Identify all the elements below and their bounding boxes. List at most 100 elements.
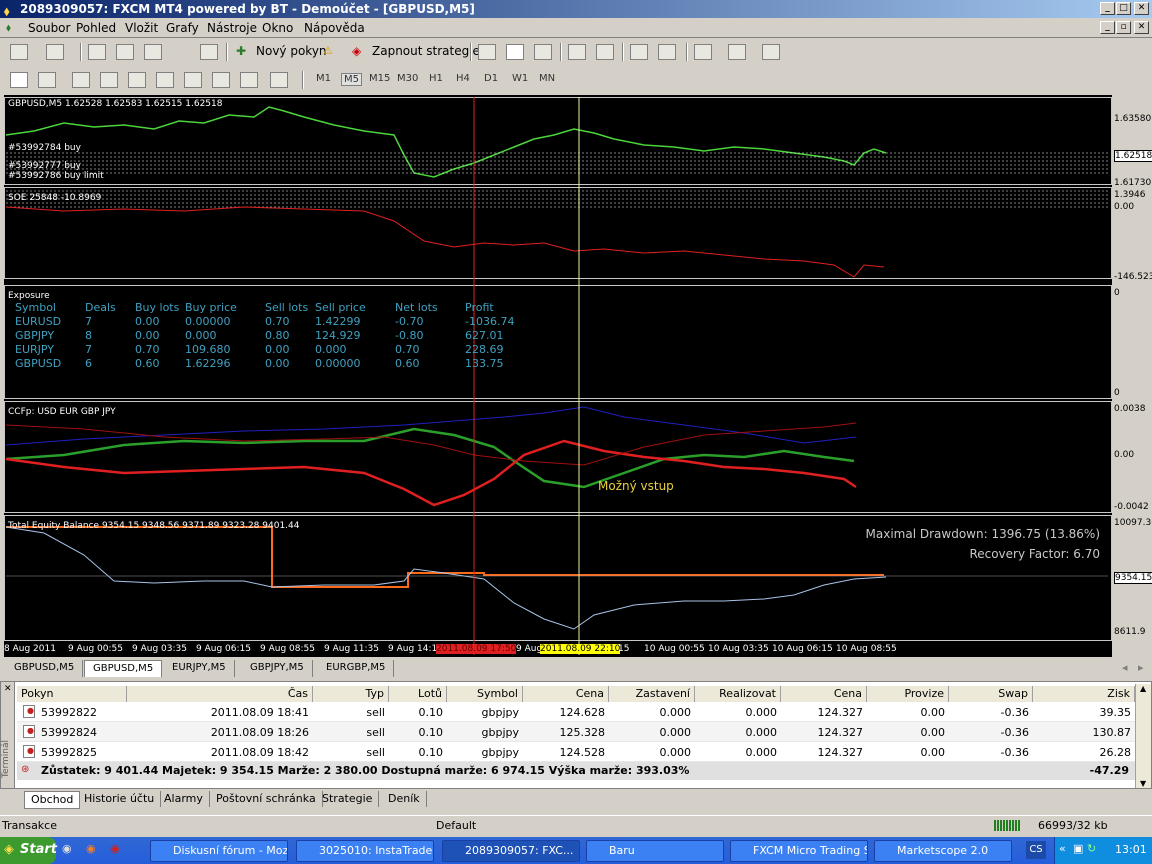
new-chart-icon[interactable] <box>10 44 28 60</box>
column-header[interactable]: Typ <box>313 686 389 702</box>
autotrading-button[interactable]: ◈ Zapnout strategie <box>350 44 480 61</box>
crosshair-nav-icon[interactable] <box>116 44 134 60</box>
terminal-tab-trade[interactable]: Obchod <box>24 791 81 809</box>
tf-m15[interactable]: M15 <box>369 73 390 84</box>
terminal-tab-history[interactable]: Historie účtu <box>78 791 162 807</box>
system-tray: « ▣ ↻ 13:01 <box>1054 837 1152 864</box>
terminal-scrollbar[interactable]: ▲ ▼ <box>1135 684 1151 788</box>
menu-napoveda[interactable]: Nápověda <box>304 21 365 35</box>
terminal-tab-journal[interactable]: Deník <box>382 791 427 807</box>
maximize-button[interactable]: □ <box>1116 2 1131 15</box>
vertical-line-icon[interactable] <box>72 72 90 88</box>
folder-icon[interactable] <box>144 44 162 60</box>
tester-icon[interactable] <box>200 44 218 60</box>
chart-tab[interactable]: EURGBP,M5 <box>318 660 395 677</box>
line-chart-icon[interactable] <box>534 44 552 60</box>
tab-scroll-right-icon[interactable]: ▸ <box>1138 661 1144 674</box>
bar-chart-icon[interactable] <box>478 44 496 60</box>
autoscroll-icon[interactable] <box>630 44 648 60</box>
terminal-tab-mailbox[interactable]: Poštovní schránka <box>210 791 323 807</box>
menu-grafy[interactable]: Grafy <box>166 21 199 35</box>
cursor-icon[interactable] <box>10 72 28 88</box>
minimize-button[interactable]: _ <box>1100 2 1115 15</box>
text-icon[interactable] <box>212 72 230 88</box>
column-header[interactable]: Zastavení ztrát <box>609 686 695 715</box>
child-close-button[interactable]: ✕ <box>1134 21 1149 34</box>
chart-tab[interactable]: EURJPY,M5 <box>164 660 235 677</box>
task-mt4[interactable]: 2089309057: FXC... <box>442 840 580 862</box>
table-row[interactable]: ● 53992822 2011.08.09 18:41 sell 0.10 gbpjpy 1… <box>17 702 1135 722</box>
column-header[interactable]: Provize <box>867 686 949 702</box>
tray-expand-icon[interactable]: « <box>1059 842 1066 855</box>
tf-w1[interactable]: W1 <box>512 73 528 84</box>
chart-tab[interactable]: GBPJPY,M5 <box>242 660 313 677</box>
table-row[interactable]: ● 53992825 2011.08.09 18:42 sell 0.10 gbpjpy 1… <box>17 742 1135 762</box>
label-icon[interactable] <box>240 72 258 88</box>
tray-sync-icon[interactable]: ↻ <box>1087 842 1096 855</box>
terminal-tab-experts[interactable]: Strategie <box>316 791 380 807</box>
menu-nastroje[interactable]: Nástroje <box>207 21 257 35</box>
ccfp-blue <box>5 406 857 446</box>
tf-mn[interactable]: MN <box>539 73 555 84</box>
start-button[interactable]: ◈ Start <box>0 837 57 864</box>
indicators-icon[interactable] <box>694 44 712 60</box>
task-instatrade[interactable]: 3025010: InstaTrade... <box>296 840 434 862</box>
tf-m30[interactable]: M30 <box>397 73 418 84</box>
close-button[interactable]: ✕ <box>1134 2 1149 15</box>
fibonacci-icon[interactable] <box>184 72 202 88</box>
tf-d1[interactable]: D1 <box>484 73 498 84</box>
chart-window[interactable]: GBPUSD,M5 1.62528 1.62583 1.62515 1.6251… <box>4 95 1112 657</box>
terminal-close-icon[interactable]: ✕ <box>4 684 12 694</box>
column-header[interactable]: Čas <box>127 686 313 702</box>
new-order-button[interactable]: ✚ Nový pokyn <box>234 44 327 61</box>
horizontal-line-icon[interactable] <box>100 72 118 88</box>
column-header[interactable]: Cena <box>781 686 867 702</box>
candlestick-icon[interactable] <box>506 44 524 60</box>
chart-tab[interactable]: GBPUSD,M5 <box>6 660 84 677</box>
scroll-up-icon[interactable]: ▲ <box>1140 684 1146 693</box>
firefox-icon[interactable]: ◉ <box>86 842 96 855</box>
arrows-icon[interactable] <box>270 72 288 88</box>
task-forum[interactable]: Diskusní fórum - Mozil... <box>150 840 288 862</box>
table-row[interactable]: ● 53992824 2011.08.09 18:26 sell 0.10 gbpjpy 1… <box>17 722 1135 742</box>
templates-icon[interactable] <box>762 44 780 60</box>
chart-tab-active[interactable]: GBPUSD,M5 <box>84 660 163 677</box>
column-header[interactable]: Pokyn <box>17 686 127 702</box>
market-watch-icon[interactable] <box>88 44 106 60</box>
menu-pohled[interactable]: Pohled <box>76 21 116 35</box>
menu-vlozit[interactable]: Vložit <box>125 21 158 35</box>
scroll-down-icon[interactable]: ▼ <box>1140 779 1146 788</box>
language-indicator[interactable]: CS <box>1026 841 1046 859</box>
windows-logo-icon: ◈ <box>4 842 14 857</box>
column-header[interactable]: Symbol <box>447 686 523 702</box>
opera-icon[interactable]: ◉ <box>110 842 120 855</box>
chrome-icon[interactable]: ◉ <box>62 842 72 855</box>
tf-h4[interactable]: H4 <box>456 73 470 84</box>
menu-soubor[interactable]: Soubor <box>28 21 70 35</box>
child-minimize-button[interactable]: _ <box>1100 21 1115 34</box>
profiles-icon[interactable] <box>46 44 64 60</box>
column-header[interactable]: Swap <box>949 686 1033 702</box>
menu-okno[interactable]: Okno <box>262 21 293 35</box>
tab-scroll-left-icon[interactable]: ◂ <box>1122 661 1128 674</box>
crosshair-icon[interactable] <box>38 72 56 88</box>
task-fxcm-micro[interactable]: FXCM Micro Trading S... <box>730 840 868 862</box>
tray-network-icon[interactable]: ▣ <box>1073 842 1083 855</box>
periods-clock-icon[interactable] <box>728 44 746 60</box>
column-header[interactable]: Zisk <box>1033 686 1135 702</box>
zoom-in-icon[interactable] <box>568 44 586 60</box>
chart-shift-icon[interactable] <box>658 44 676 60</box>
column-header[interactable]: Realizovat zisk <box>695 686 781 715</box>
trendline-icon[interactable] <box>128 72 146 88</box>
task-marketscope[interactable]: Marketscope 2.0 <box>874 840 1012 862</box>
task-baru[interactable]: Baru <box>586 840 724 862</box>
zoom-out-icon[interactable] <box>596 44 614 60</box>
channel-icon[interactable] <box>156 72 174 88</box>
child-restore-button[interactable]: ▫ <box>1116 21 1131 34</box>
tf-h1[interactable]: H1 <box>429 73 443 84</box>
column-header[interactable]: Lotů <box>389 686 447 702</box>
column-header[interactable]: Cena <box>523 686 609 702</box>
tf-m5[interactable]: M5 <box>341 73 362 86</box>
terminal-tab-alerts[interactable]: Alarmy <box>158 791 210 807</box>
tf-m1[interactable]: M1 <box>316 73 331 84</box>
